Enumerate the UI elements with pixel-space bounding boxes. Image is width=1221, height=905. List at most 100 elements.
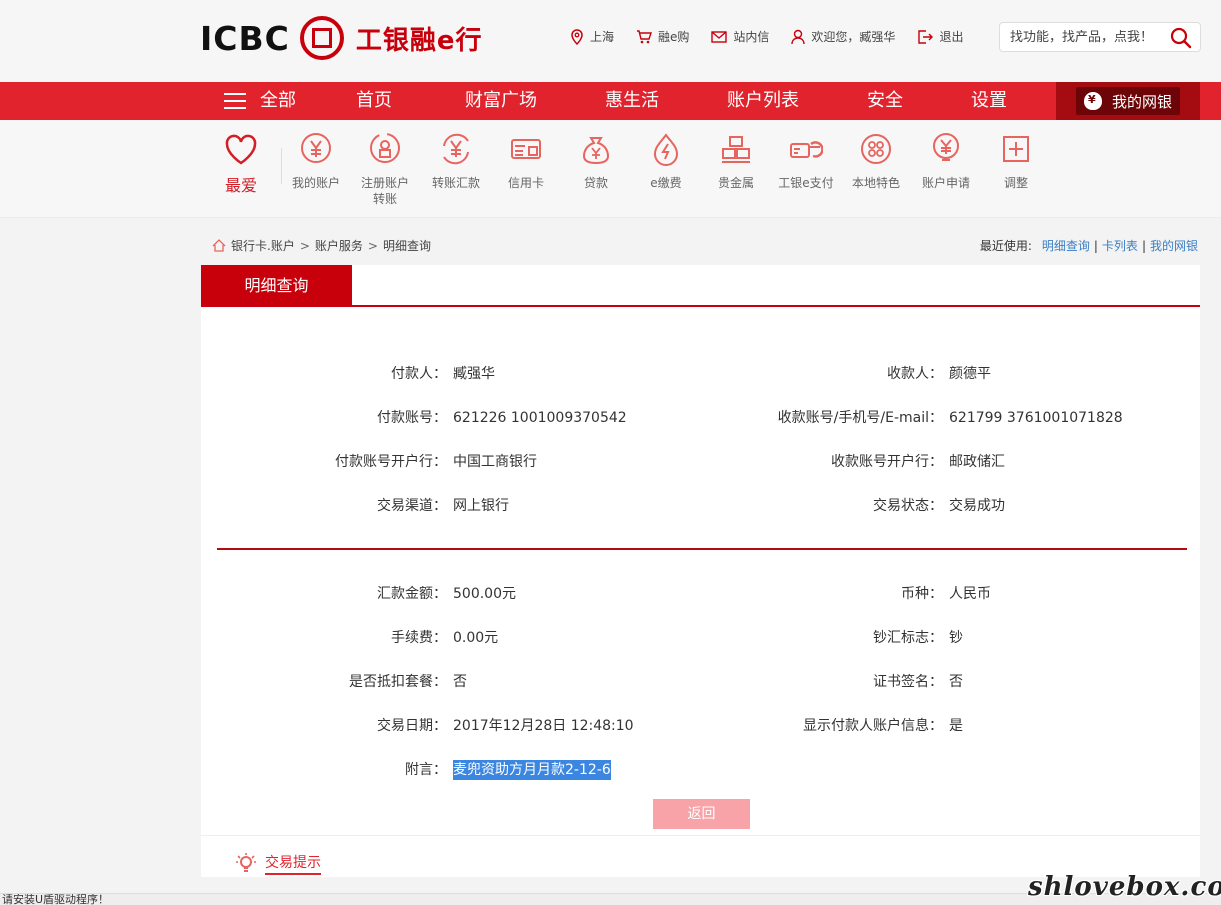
quick-transfer[interactable]: 转账汇款 <box>421 132 491 191</box>
nav-account-list[interactable]: 账户列表 <box>727 82 799 120</box>
heart-icon <box>225 134 257 165</box>
top-links: 上海 融e购 站内信 欢迎您，臧强华 退出 <box>570 28 985 45</box>
field-label: 收款账号/手机号/E-mail： <box>777 410 943 426</box>
recent-label: 最近使用: <box>979 239 1032 253</box>
money-bag-icon <box>1084 92 1102 110</box>
show-payer-info-value: 是 <box>949 718 963 734</box>
quick-e-pay[interactable]: e缴费 <box>631 132 701 191</box>
nav-life[interactable]: 惠生活 <box>605 82 659 120</box>
breadcrumb-item[interactable]: 银行卡.账户 <box>231 237 295 254</box>
field-label: 收款人： <box>887 366 943 382</box>
field-channel: 交易渠道： <box>201 496 447 516</box>
quick-icbc-epay[interactable]: 工银e支付 <box>771 132 841 191</box>
logout-link[interactable]: 退出 <box>917 28 963 45</box>
payee-value: 颜德平 <box>949 366 991 382</box>
package-deduct-value: 否 <box>453 674 467 690</box>
quick-precious-metal[interactable]: 贵金属 <box>701 132 771 191</box>
location-label: 上海 <box>590 30 615 44</box>
credit-card-icon <box>511 139 541 159</box>
quick-label: 转账汇款 <box>431 176 480 190</box>
quick-adjust[interactable]: 调整 <box>981 132 1051 191</box>
icbc-seal-icon <box>299 16 344 60</box>
field-date: 交易日期： <box>201 716 447 736</box>
recent-link-my-bank[interactable]: 我的网银 <box>1150 237 1198 254</box>
field-remark: 附言： <box>201 760 447 780</box>
field-label: 证书签名： <box>873 674 943 690</box>
field-payer: 付款人： <box>201 364 447 384</box>
field-payee-bank: 收款账号开户行： <box>601 452 943 472</box>
tips-title[interactable]: 交易提示 <box>265 852 321 875</box>
tab-detail-query[interactable]: 明细查询 <box>201 265 352 306</box>
logo-cn-text: 工银融e行 <box>355 25 483 56</box>
quick-loan[interactable]: 贷款 <box>561 132 631 191</box>
main-nav: 全部 首页 财富广场 惠生活 账户列表 安全 设置 我的网银 <box>0 82 1221 120</box>
my-bank-button[interactable]: 我的网银 <box>1076 87 1180 115</box>
payer-bank-value: 中国工商银行 <box>453 454 537 470</box>
back-button[interactable]: 返回 <box>653 799 750 829</box>
home-icon[interactable] <box>212 239 226 252</box>
quick-account-apply[interactable]: 账户申请 <box>911 132 981 191</box>
gold-bars-icon <box>722 136 750 163</box>
search-icon[interactable] <box>1170 27 1192 49</box>
breadcrumb-item[interactable]: 账户服务 <box>315 237 363 254</box>
field-label: 附言： <box>405 762 447 778</box>
messages-link[interactable]: 站内信 <box>711 28 769 45</box>
plus-square-icon <box>1003 136 1029 162</box>
tab-strip: 明细查询 <box>201 265 1200 307</box>
field-label: 是否抵扣套餐： <box>349 674 447 690</box>
location-icon <box>571 28 583 45</box>
quick-my-account[interactable]: 我的账户 <box>281 132 351 191</box>
welcome-user[interactable]: 欢迎您，臧强华 <box>791 28 895 45</box>
nav-wealth-plaza[interactable]: 财富广场 <box>465 82 537 120</box>
field-label: 交易渠道： <box>377 498 447 514</box>
search-input[interactable] <box>1010 29 1160 45</box>
icbc-logo[interactable]: ICBC 工银融e行 <box>200 14 483 62</box>
quick-register-transfer[interactable]: 注册账户转账 <box>350 132 420 207</box>
menu-icon <box>224 93 246 109</box>
top-header: ICBC 工银融e行 上海 融e购 站内信 欢迎您，臧强华 退出 <box>0 0 1221 82</box>
currency-value: 人民币 <box>949 586 991 602</box>
favorites[interactable]: 最爱 <box>221 134 261 196</box>
welcome-label: 欢迎您，臧强华 <box>811 30 896 44</box>
quick-credit-card[interactable]: 信用卡 <box>491 132 561 191</box>
nav-all[interactable]: 全部 <box>224 82 296 120</box>
my-bank-label: 我的网银 <box>1112 92 1173 111</box>
nav-all-label: 全部 <box>260 90 296 111</box>
field-package-deduct: 是否抵扣套餐： <box>201 672 447 692</box>
cart-label: 融e购 <box>658 30 690 44</box>
quick-label: 我的账户 <box>291 176 340 190</box>
quick-label: 账户申请 <box>921 176 970 190</box>
breadcrumb: 银行卡.账户 > 账户服务 > 明细查询 <box>212 237 431 254</box>
field-payee: 收款人： <box>601 364 943 384</box>
location-link[interactable]: 上海 <box>570 28 614 45</box>
cert-sign-value: 否 <box>949 674 963 690</box>
field-label: 付款账号： <box>377 410 447 426</box>
channel-value: 网上银行 <box>453 498 509 514</box>
payer-value: 臧强华 <box>453 366 495 382</box>
quick-local-feature[interactable]: 本地特色 <box>841 132 911 191</box>
recent-link-detail-query[interactable]: 明细查询 <box>1042 237 1090 254</box>
my-bank-area: 我的网银 <box>1056 82 1200 120</box>
section-divider <box>217 548 1187 550</box>
breadcrumb-separator: > <box>367 238 378 253</box>
field-label: 付款账号开户行： <box>335 454 447 470</box>
quick-label: e缴费 <box>650 176 682 190</box>
account-apply-icon <box>933 133 959 161</box>
payee-account-value: 621799 3761001071828 <box>949 410 1123 426</box>
logout-label: 退出 <box>939 30 964 44</box>
rong-e-gou-link[interactable]: 融e购 <box>636 28 689 45</box>
logout-icon <box>918 29 934 44</box>
nav-settings[interactable]: 设置 <box>971 82 1007 120</box>
field-fee: 手续费： <box>201 628 447 648</box>
quick-label: 本地特色 <box>851 176 900 190</box>
quick-access-bar: 最爱 我的账户 注册账户转账 转账汇款 信用卡 贷款 e缴费 贵金属 工银e支付… <box>0 120 1221 218</box>
nav-security[interactable]: 安全 <box>867 82 903 120</box>
payee-bank-value: 邮政储汇 <box>949 454 1005 470</box>
recent-link-card-list[interactable]: 卡列表 <box>1102 237 1138 254</box>
breadcrumb-separator: > <box>299 238 310 253</box>
quick-label: 贵金属 <box>717 176 754 190</box>
lightbulb-icon <box>236 853 256 872</box>
money-bag-icon <box>582 137 610 165</box>
field-show-payer-info: 显示付款人账户信息： <box>601 716 943 736</box>
nav-home[interactable]: 首页 <box>356 82 392 120</box>
